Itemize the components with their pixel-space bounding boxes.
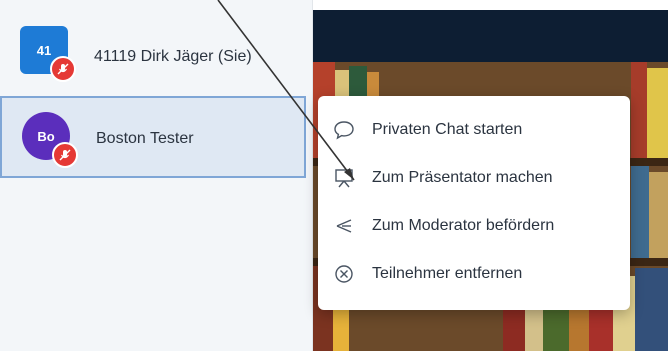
menu-item-label: Zum Moderator befördern xyxy=(372,217,555,234)
book xyxy=(631,166,649,258)
avatar: Bo xyxy=(22,112,78,168)
book xyxy=(647,68,668,158)
speech-bubble-icon xyxy=(332,118,356,142)
menu-item-promote-moderator[interactable]: Zum Moderator befördern xyxy=(318,204,630,248)
user-list: 41 41119 Dirk Jäger (Sie) Bo Boston Test… xyxy=(0,0,313,351)
book xyxy=(635,268,668,351)
user-name: Boston Tester xyxy=(96,130,194,147)
user-name: 41119 Dirk Jäger (Sie) xyxy=(94,48,252,65)
menu-item-label: Zum Präsentator machen xyxy=(372,169,553,186)
book xyxy=(631,62,647,158)
menu-item-label: Teilnehmer entfernen xyxy=(372,265,523,282)
user-row-self[interactable]: 41 41119 Dirk Jäger (Sie) xyxy=(0,10,306,92)
video-topbar xyxy=(313,10,668,62)
muted-mic-icon[interactable] xyxy=(52,142,78,168)
avatar-initials: 41 xyxy=(36,42,52,58)
remove-circle-icon xyxy=(332,262,356,286)
menu-item-make-presenter[interactable]: Zum Präsentator machen xyxy=(318,156,630,200)
promote-icon xyxy=(332,214,356,238)
presenter-icon xyxy=(332,166,356,190)
book xyxy=(649,172,668,258)
avatar-initials: Bo xyxy=(37,128,55,144)
menu-item-private-chat[interactable]: Privaten Chat starten xyxy=(318,108,630,152)
muted-mic-icon[interactable] xyxy=(50,56,76,82)
user-row-boston-tester[interactable]: Bo Boston Tester xyxy=(0,96,306,178)
menu-item-label: Privaten Chat starten xyxy=(372,121,523,138)
avatar: 41 xyxy=(20,26,76,82)
menu-item-remove-participant[interactable]: Teilnehmer entfernen xyxy=(318,252,630,296)
user-context-menu: Privaten Chat starten Zum Präsentator ma… xyxy=(318,96,630,310)
